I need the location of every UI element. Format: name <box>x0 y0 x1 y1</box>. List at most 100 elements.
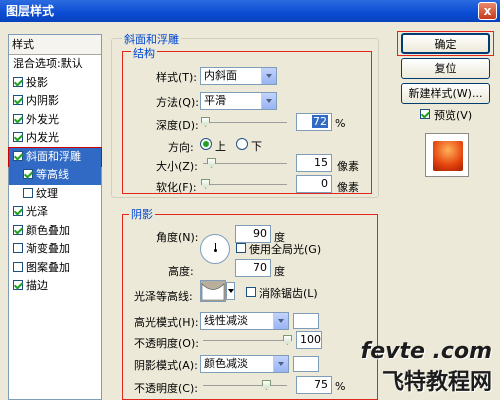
sidebar-item-checkbox[interactable] <box>13 224 23 235</box>
altitude-unit: 度 <box>274 265 285 278</box>
direction-down-label[interactable]: 下 <box>251 138 262 154</box>
sidebar-item-label: 内阴影 <box>26 94 59 107</box>
highlight-mode-value: 线性减淡 <box>204 314 248 327</box>
direction-label: 方向: <box>168 141 194 154</box>
sidebar-item[interactable]: 斜面和浮雕 <box>8 146 102 167</box>
antialias-label[interactable]: 消除锯齿(L) <box>259 285 318 301</box>
soften-input[interactable]: 0 <box>296 175 332 193</box>
depth-slider[interactable] <box>201 117 287 127</box>
sidebar-item-label: 颜色叠加 <box>26 223 70 237</box>
sidebar-item-label: 光泽 <box>26 205 48 218</box>
sidebar-item-label: 外发光 <box>26 112 59 126</box>
new-style-button[interactable]: 新建样式(W)... <box>401 83 490 104</box>
highlight-mode-select[interactable]: 线性减淡 <box>200 312 289 330</box>
chevron-down-icon[interactable] <box>261 93 276 109</box>
ok-button[interactable]: 确定 <box>401 33 490 54</box>
style-label: 样式(T): <box>156 71 198 84</box>
shadow-mode-value: 颜色减淡 <box>204 357 248 370</box>
gloss-contour-label: 光泽等高线: <box>134 290 193 303</box>
sidebar-item-checkbox[interactable] <box>13 113 23 124</box>
sidebar-item-checkbox[interactable] <box>13 150 23 161</box>
global-light-label[interactable]: 使用全局光(G) <box>249 241 321 257</box>
shading-group-title: 阴影 <box>129 206 155 222</box>
highlight-opacity-value: 100 <box>300 333 321 346</box>
size-input[interactable]: 15 <box>296 154 332 172</box>
technique-value: 平滑 <box>204 94 226 107</box>
sidebar-item-label: 纹理 <box>36 186 58 200</box>
layer-style-dialog: 图层样式 x 样式 混合选项:默认投影 内阴影外发光内发光 斜面和浮雕等高线 纹理光泽… <box>0 0 500 400</box>
highlight-color-swatch[interactable] <box>293 313 319 329</box>
shadow-opacity-input[interactable]: 75 <box>296 376 332 394</box>
angle-label: 角度(N): <box>156 231 199 244</box>
soften-value: 0 <box>321 177 328 190</box>
sidebar-item-checkbox[interactable] <box>13 206 23 216</box>
depth-input[interactable]: 72 <box>296 113 332 131</box>
preview-checkbox[interactable] <box>420 109 430 119</box>
sidebar-item-checkbox[interactable] <box>23 187 33 198</box>
sidebar-item-label: 斜面和浮雕 <box>26 149 81 163</box>
structure-title: 结构 <box>131 45 157 61</box>
sidebar-item[interactable]: 投影 <box>9 74 101 93</box>
sidebar-item[interactable]: 混合选项:默认 <box>9 55 101 74</box>
sidebar-item[interactable]: 等高线 <box>9 166 101 185</box>
bevel-style-select[interactable]: 内斜面 <box>200 67 277 85</box>
preview-label[interactable]: 预览(V) <box>434 107 472 123</box>
antialias-checkbox[interactable] <box>246 287 256 297</box>
watermark-name: 飞特教程网 <box>381 370 492 395</box>
global-light-checkbox[interactable] <box>236 243 246 253</box>
sidebar-item[interactable]: 光泽 <box>9 203 101 222</box>
sidebar-item-checkbox[interactable] <box>13 76 23 87</box>
sidebar-item-checkbox[interactable] <box>13 280 23 290</box>
direction-down-radio[interactable] <box>236 138 248 150</box>
angle-wheel[interactable] <box>200 234 230 264</box>
shadow-color-swatch[interactable] <box>293 356 319 372</box>
size-slider[interactable] <box>203 158 287 168</box>
window-title: 图层样式 <box>6 4 55 18</box>
highlight-opacity-input[interactable]: 100 <box>296 331 322 349</box>
sidebar-item-checkbox[interactable] <box>13 243 23 253</box>
chevron-down-icon[interactable] <box>273 313 288 329</box>
reset-button[interactable]: 复位 <box>401 58 490 79</box>
shadow-mode-select[interactable]: 颜色减淡 <box>200 355 289 373</box>
direction-up-label[interactable]: 上 <box>215 138 226 154</box>
sidebar-item-label: 混合选项:默认 <box>13 57 83 70</box>
highlight-mode-label: 高光模式(H): <box>134 316 199 329</box>
styles-list: 样式 混合选项:默认投影 内阴影外发光内发光 斜面和浮雕等高线 纹理光泽颜色叠加渐变叠… <box>8 34 102 400</box>
shadow-opacity-slider[interactable] <box>203 380 287 390</box>
sidebar-item-checkbox[interactable] <box>23 169 33 179</box>
sidebar-item-label: 图案叠加 <box>26 260 70 274</box>
size-unit: 像素 <box>337 160 359 173</box>
technique-select[interactable]: 平滑 <box>200 92 277 110</box>
altitude-input[interactable]: 70 <box>235 259 271 277</box>
soften-slider[interactable] <box>201 179 287 189</box>
sidebar-item[interactable]: 图案叠加 <box>9 259 101 278</box>
altitude-value: 70 <box>253 261 267 274</box>
preview-swatch <box>433 141 463 171</box>
close-button[interactable]: x <box>478 2 497 20</box>
sidebar-item-checkbox[interactable] <box>13 95 23 105</box>
contour-curve-icon <box>201 283 225 301</box>
sidebar-item-label: 描边 <box>26 279 48 292</box>
sidebar-item[interactable]: 外发光 <box>9 111 101 130</box>
direction-up-radio[interactable] <box>200 138 212 150</box>
depth-unit: % <box>335 117 346 130</box>
watermark-url: fevte .com <box>360 339 492 364</box>
sidebar-item[interactable]: 渐变叠加 <box>9 240 101 259</box>
gloss-contour-dropdown[interactable] <box>226 282 235 300</box>
size-value: 15 <box>314 156 328 169</box>
sidebar-item[interactable]: 内发光 <box>9 129 101 148</box>
sidebar-item[interactable]: 描边 <box>9 277 101 296</box>
style-preview-thumbnail <box>425 133 469 177</box>
sidebar-item[interactable]: 内阴影 <box>9 92 101 111</box>
chevron-down-icon[interactable] <box>261 68 276 84</box>
sidebar-item[interactable]: 颜色叠加 <box>9 222 101 241</box>
sidebar-item-checkbox[interactable] <box>13 261 23 272</box>
sidebar-item[interactable]: 纹理 <box>9 185 101 204</box>
highlight-opacity-slider[interactable] <box>203 335 292 345</box>
soften-unit: 像素 <box>337 181 359 194</box>
gloss-contour-picker[interactable] <box>200 280 226 302</box>
chevron-down-icon[interactable] <box>273 356 288 372</box>
altitude-label: 高度: <box>168 265 194 278</box>
sidebar-item-checkbox[interactable] <box>13 132 23 142</box>
styles-list-header[interactable]: 样式 <box>9 35 101 55</box>
